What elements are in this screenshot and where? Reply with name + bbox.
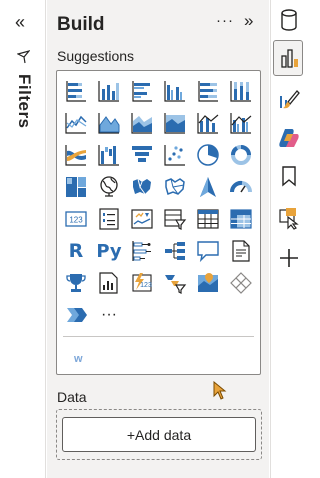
- python-visual-icon[interactable]: Py: [95, 237, 123, 265]
- smart-narrative-icon[interactable]: [227, 237, 255, 265]
- azure-map-icon[interactable]: [194, 173, 222, 201]
- line-chart-icon[interactable]: [62, 109, 90, 137]
- goals-icon[interactable]: [62, 269, 90, 297]
- suggestions-label: Suggestions: [57, 48, 135, 64]
- field-wells-glyph: w: [74, 353, 83, 365]
- funnel-chart-icon[interactable]: [128, 141, 156, 169]
- waterfall-chart-icon[interactable]: [95, 141, 123, 169]
- gauge-icon[interactable]: [227, 173, 255, 201]
- 100-stacked-column-chart-icon[interactable]: [227, 77, 255, 105]
- r-visual-icon[interactable]: R: [62, 237, 90, 265]
- copilot-icon[interactable]: [277, 126, 301, 150]
- shape-map-icon[interactable]: [161, 173, 189, 201]
- table-icon[interactable]: [194, 205, 222, 233]
- line-stacked-column-chart-icon[interactable]: [194, 109, 222, 137]
- gallery-divider: [63, 336, 254, 337]
- key-influencers-icon[interactable]: [128, 237, 156, 265]
- ribbon-chart-icon[interactable]: [62, 141, 90, 169]
- slicer-icon[interactable]: [161, 205, 189, 233]
- python-visual-label: Py: [96, 240, 122, 262]
- get-more-visuals-icon[interactable]: [227, 269, 255, 297]
- r-visual-label: R: [68, 240, 84, 262]
- data-label: Data: [57, 389, 87, 405]
- pie-chart-icon[interactable]: [194, 141, 222, 169]
- card-icon[interactable]: 123: [62, 205, 90, 233]
- pane-switcher-rail: [270, 0, 303, 478]
- selection-icon[interactable]: [277, 206, 301, 230]
- treemap-icon[interactable]: [62, 173, 90, 201]
- database-icon[interactable]: [277, 8, 301, 32]
- stacked-area-chart-icon[interactable]: [128, 109, 156, 137]
- multi-row-card-icon[interactable]: [95, 205, 123, 233]
- decomposition-tree-icon[interactable]: [161, 237, 189, 265]
- matrix-icon[interactable]: [227, 205, 255, 233]
- line-clustered-column-chart-icon[interactable]: [227, 109, 255, 137]
- add-icon[interactable]: [277, 246, 301, 270]
- scatter-chart-icon[interactable]: [161, 141, 189, 169]
- 100-stacked-bar-chart-icon[interactable]: [194, 77, 222, 105]
- power-apps-icon[interactable]: 123: [128, 269, 156, 297]
- bookmark-icon[interactable]: [277, 164, 301, 188]
- filter-icon: [17, 50, 30, 64]
- more-options-icon[interactable]: ···: [216, 12, 234, 29]
- area-chart-icon[interactable]: [95, 109, 123, 137]
- more-visuals-icon[interactable]: ···: [95, 301, 123, 329]
- format-brush-icon[interactable]: [277, 88, 301, 112]
- qna-icon[interactable]: [194, 237, 222, 265]
- stacked-column-chart-icon[interactable]: [95, 77, 123, 105]
- build-visual-icon[interactable]: [277, 46, 301, 70]
- build-title: Build: [57, 14, 105, 35]
- filters-label[interactable]: Filters: [14, 74, 34, 129]
- power-automate-icon[interactable]: [161, 269, 189, 297]
- power-bi-visual-icon[interactable]: [62, 301, 90, 329]
- card-value: 123: [69, 216, 83, 225]
- arcgis-map-icon[interactable]: [194, 269, 222, 297]
- stacked-bar-chart-icon[interactable]: [62, 77, 90, 105]
- filled-map-icon[interactable]: [128, 173, 156, 201]
- add-data-button[interactable]: +Add data: [62, 417, 256, 452]
- donut-chart-icon[interactable]: [227, 141, 255, 169]
- expand-filters-icon[interactable]: «: [15, 12, 25, 33]
- collapse-build-icon[interactable]: »: [244, 11, 253, 31]
- kpi-value: 123: [140, 282, 152, 289]
- kpi-icon[interactable]: [128, 205, 156, 233]
- clustered-bar-chart-icon[interactable]: [128, 77, 156, 105]
- map-icon[interactable]: [95, 173, 123, 201]
- clustered-column-chart-icon[interactable]: [161, 77, 189, 105]
- visual-gallery: 123 R Py 123 ··· w: [56, 70, 261, 375]
- paginated-report-icon[interactable]: [95, 269, 123, 297]
- mouse-cursor-icon: [213, 381, 227, 400]
- filters-pane-collapsed: « Filters: [0, 0, 46, 478]
- build-pane: Build ··· » Suggestions 123 R Py 123 ···…: [47, 0, 269, 478]
- add-data-dropzone[interactable]: +Add data: [56, 409, 262, 460]
- 100-stacked-area-chart-icon[interactable]: [161, 109, 189, 137]
